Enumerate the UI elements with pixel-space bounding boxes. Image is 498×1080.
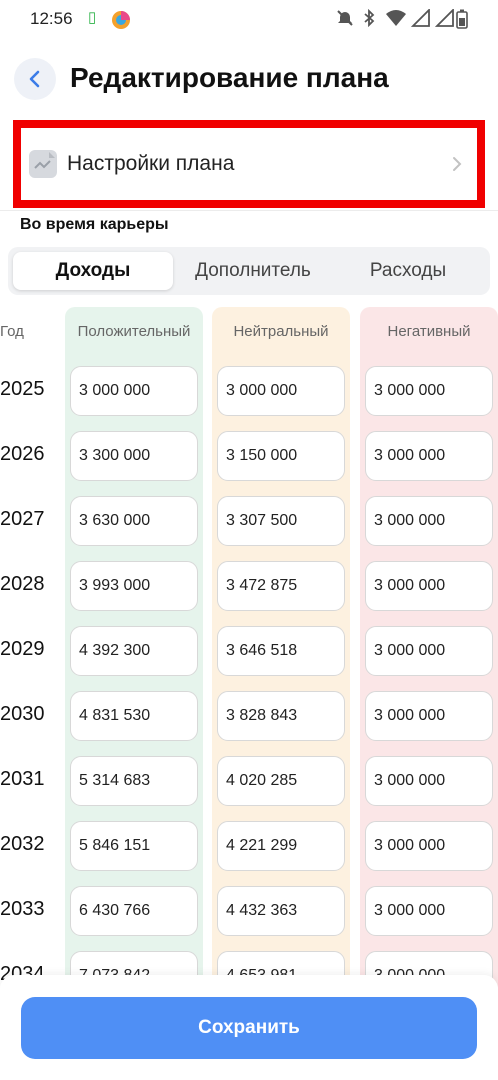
year-column-header: Год xyxy=(0,323,24,340)
neutral-value-input[interactable]: 4 432 363 xyxy=(217,886,345,936)
negative-value-input[interactable]: 3 000 000 xyxy=(365,431,493,481)
year-label: 2029 xyxy=(0,638,45,660)
bluetooth-icon xyxy=(362,8,376,32)
document-chart-icon xyxy=(29,150,57,178)
year-label: 2025 xyxy=(0,378,45,400)
tab-bar: Доходы Дополнитель Расходы xyxy=(8,247,490,295)
negative-value-input[interactable]: 3 000 000 xyxy=(365,886,493,936)
page-title: Редактирование плана xyxy=(70,62,389,93)
tab-additional[interactable]: Дополнитель xyxy=(173,247,333,295)
positive-column-header: Положительный xyxy=(77,323,191,340)
neutral-value-input[interactable]: 3 472 875 xyxy=(217,561,345,611)
battery-icon xyxy=(456,9,468,34)
neutral-value-input[interactable]: 4 221 299 xyxy=(217,821,345,871)
neutral-column-header: Нейтральный xyxy=(233,323,329,340)
wifi-icon xyxy=(385,9,407,32)
section-label: Во время карьеры xyxy=(20,216,169,233)
positive-value-input[interactable]: 5 846 151 xyxy=(70,821,198,871)
signal-icon xyxy=(410,7,431,32)
tab-income[interactable]: Доходы xyxy=(13,252,173,290)
year-label: 2027 xyxy=(0,508,45,530)
year-label: 2028 xyxy=(0,573,45,595)
neutral-value-input[interactable]: 3 646 518 xyxy=(217,626,345,676)
neutral-value-input[interactable]: 3 150 000 xyxy=(217,431,345,481)
plan-settings-label: Настройки плана xyxy=(67,152,235,175)
year-label: 2030 xyxy=(0,703,45,725)
negative-value-input[interactable]: 3 000 000 xyxy=(365,821,493,871)
negative-value-input[interactable]: 3 000 000 xyxy=(365,561,493,611)
year-label: 2032 xyxy=(0,833,45,855)
signal-icon xyxy=(434,7,455,32)
neutral-value-input[interactable]: 4 020 285 xyxy=(217,756,345,806)
negative-value-input[interactable]: 3 000 000 xyxy=(365,366,493,416)
negative-value-input[interactable]: 3 000 000 xyxy=(365,496,493,546)
year-label: 2026 xyxy=(0,443,45,465)
positive-value-input[interactable]: 6 430 766 xyxy=(70,886,198,936)
battery-saver-icon: ▯ xyxy=(88,9,97,26)
positive-value-input[interactable]: 5 314 683 xyxy=(70,756,198,806)
status-bar: 12:56 ▯ xyxy=(0,0,498,38)
neutral-value-input[interactable]: 3 828 843 xyxy=(217,691,345,741)
year-label: 2033 xyxy=(0,898,45,920)
positive-value-input[interactable]: 3 000 000 xyxy=(70,366,198,416)
save-button[interactable]: Сохранить xyxy=(21,997,477,1059)
back-button[interactable] xyxy=(14,58,56,100)
app-icon xyxy=(110,9,132,36)
negative-value-input[interactable]: 3 000 000 xyxy=(365,691,493,741)
neutral-value-input[interactable]: 3 307 500 xyxy=(217,496,345,546)
chevron-right-icon xyxy=(453,157,462,171)
negative-column-header: Негативный xyxy=(387,323,471,340)
negative-value-input[interactable]: 3 000 000 xyxy=(365,626,493,676)
neutral-value-input[interactable]: 3 000 000 xyxy=(217,366,345,416)
positive-value-input[interactable]: 3 300 000 xyxy=(70,431,198,481)
negative-value-input[interactable]: 3 000 000 xyxy=(365,756,493,806)
positive-value-input[interactable]: 4 392 300 xyxy=(70,626,198,676)
positive-value-input[interactable]: 3 993 000 xyxy=(70,561,198,611)
plan-settings-row[interactable]: Настройки плана xyxy=(13,120,485,208)
positive-value-input[interactable]: 3 630 000 xyxy=(70,496,198,546)
clock: 12:56 xyxy=(30,9,73,28)
chevron-left-icon xyxy=(29,70,40,88)
tab-expenses[interactable]: Расходы xyxy=(333,247,483,295)
positive-value-input[interactable]: 4 831 530 xyxy=(70,691,198,741)
year-label: 2031 xyxy=(0,768,45,790)
divider xyxy=(0,210,498,211)
mute-icon xyxy=(336,9,354,32)
